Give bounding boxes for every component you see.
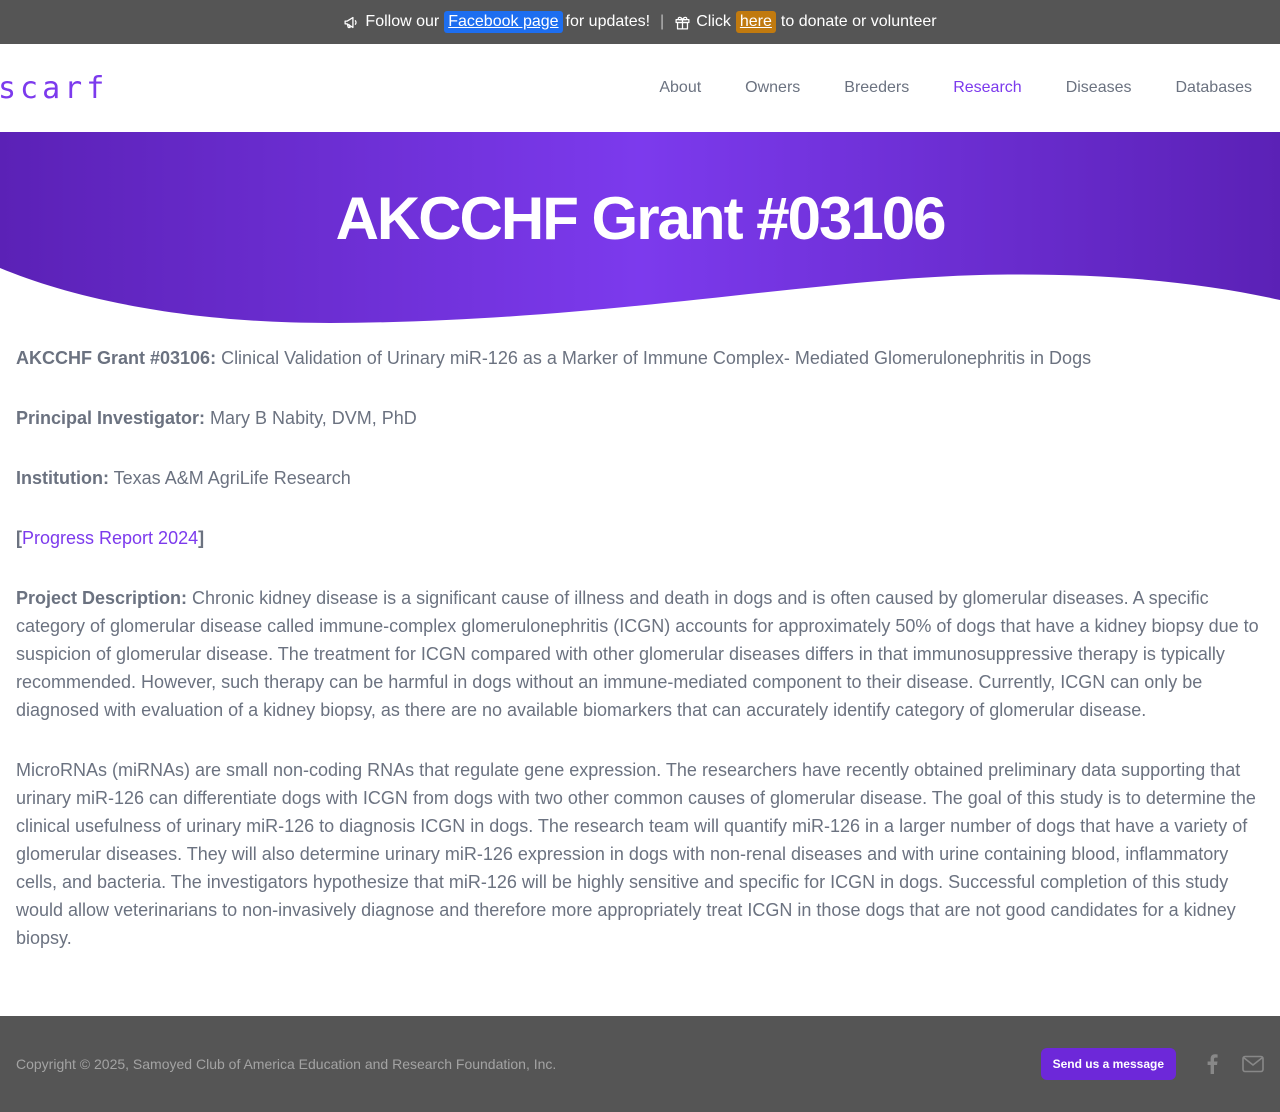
facebook-icon[interactable] <box>1206 1054 1218 1074</box>
site-logo[interactable]: scarf <box>0 71 108 106</box>
grant-label: AKCCHF Grant #03106: <box>16 348 217 368</box>
megaphone-icon <box>344 16 358 28</box>
social-links <box>1206 1054 1264 1074</box>
nav-item-diseases[interactable]: Diseases <box>1066 79 1132 97</box>
topbar-separator: | <box>660 13 665 30</box>
follow-text: Follow our <box>365 13 440 30</box>
mail-icon[interactable] <box>1242 1055 1264 1073</box>
nav-item-databases[interactable]: Databases <box>1176 79 1253 97</box>
mirna-paragraph: MicroRNAs (miRNAs) are small non-coding … <box>16 760 1256 948</box>
donate-segment: Click here to donate or volunteer <box>674 11 937 33</box>
main-content: AKCCHF Grant #03106: Clinical Validation… <box>0 332 1280 952</box>
site-header: scarf About Owners Breeders Research Dis… <box>0 44 1280 132</box>
send-message-button[interactable]: Send us a message <box>1040 1048 1176 1080</box>
nav-item-research[interactable]: Research <box>953 79 1021 97</box>
click-text: Click <box>696 13 731 30</box>
main-nav: About Owners Breeders Research Diseases … <box>659 79 1252 97</box>
page-title: AKCCHF Grant #03106 <box>335 185 947 252</box>
nav-item-about[interactable]: About <box>659 79 701 97</box>
copyright-text: Copyright © 2025, Samoyed Club of Americ… <box>16 1056 557 1072</box>
report-paragraph: [Progress Report 2024] <box>16 524 1264 552</box>
donate-here-link[interactable]: here <box>735 11 776 33</box>
institution-paragraph: Institution: Texas A&M AgriLife Research <box>16 464 1264 492</box>
institution-label: Institution: <box>16 468 109 488</box>
pi-name: Mary B Nabity, DVM, PhD <box>205 408 417 428</box>
pi-paragraph: Principal Investigator: Mary B Nabity, D… <box>16 404 1264 432</box>
progress-report-link[interactable]: Progress Report 2024 <box>22 528 198 548</box>
grant-paragraph: AKCCHF Grant #03106: Clinical Validation… <box>16 344 1264 372</box>
grant-title: Clinical Validation of Urinary miR-126 a… <box>216 348 1092 368</box>
follow-segment: Follow our Facebook page for updates! <box>343 11 650 33</box>
institution-name: Texas A&M AgriLife Research <box>108 468 351 488</box>
gift-icon <box>675 16 690 30</box>
hero-banner: AKCCHF Grant #03106 <box>0 132 1280 332</box>
site-footer: Copyright © 2025, Samoyed Club of Americ… <box>0 1016 1280 1112</box>
description-paragraph: Project Description: Chronic kidney dise… <box>16 584 1264 724</box>
donate-text: to donate or volunteer <box>780 13 937 30</box>
footer-actions: Send us a message <box>1040 1048 1264 1080</box>
announcement-bar: Follow our Facebook page for updates! | … <box>0 0 1280 44</box>
facebook-page-link[interactable]: Facebook page <box>444 11 563 33</box>
description-text: Chronic kidney disease is a significant … <box>16 588 1259 720</box>
pi-label: Principal Investigator: <box>16 408 206 428</box>
report-bracket-close: ] <box>198 528 205 548</box>
nav-item-owners[interactable]: Owners <box>745 79 800 97</box>
description-label: Project Description: <box>16 588 188 608</box>
updates-text: for updates! <box>565 13 651 30</box>
nav-item-breeders[interactable]: Breeders <box>844 79 909 97</box>
